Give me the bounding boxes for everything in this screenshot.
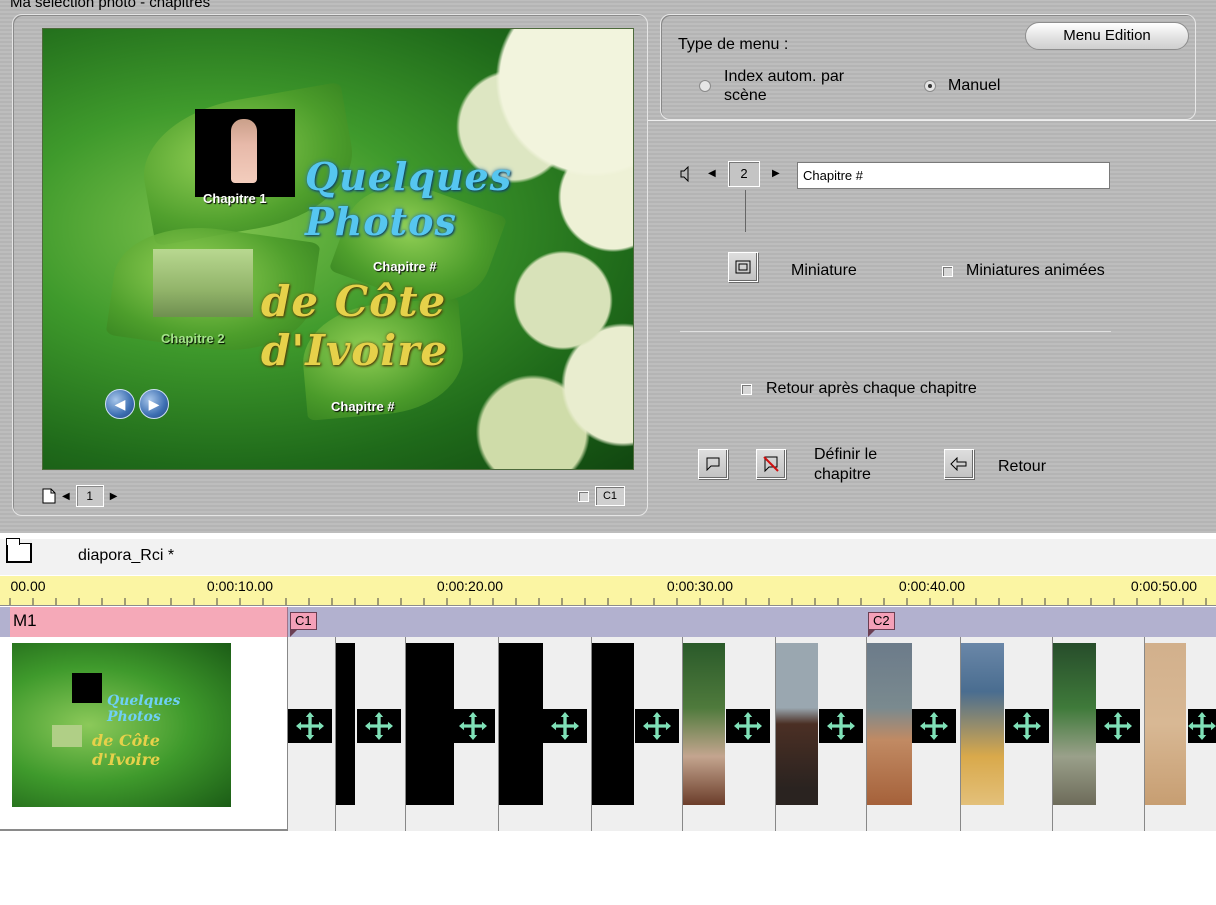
video-track[interactable]: Quelques Photos de Côte d'Ivoire	[0, 637, 1216, 831]
next-page-button[interactable]: ▶	[139, 389, 169, 419]
chapter-link-tag[interactable]: C1	[595, 486, 625, 506]
manual-label[interactable]: Manuel	[948, 77, 1000, 95]
move-arrows-icon	[920, 712, 948, 740]
menu-marker-track[interactable]: M1 C1 C2	[0, 607, 1216, 637]
transition[interactable]	[451, 709, 495, 743]
thumbnail-label: Miniature	[791, 262, 857, 279]
animated-thumbnails-label[interactable]: Miniatures animées	[966, 262, 1105, 280]
timeline-header: diapora_Rci *	[0, 538, 1216, 575]
menu-editor-panel: Ma sélection photo - chapitres Quelques …	[0, 0, 1216, 533]
chapter-name-input[interactable]: Chapitre #	[797, 162, 1110, 189]
chapter-placeholder-label[interactable]: Chapitre #	[373, 259, 437, 274]
return-arrow-icon	[950, 457, 967, 471]
menu-clip-thumbnail[interactable]: Quelques Photos de Côte d'Ivoire	[12, 643, 231, 807]
return-after-label[interactable]: Retour après chaque chapitre	[766, 380, 977, 398]
thumbnail-button[interactable]	[728, 252, 758, 282]
ruler-tick-label: 00.00	[10, 578, 46, 594]
chapter-marker-c2[interactable]: C2	[868, 612, 895, 637]
ruler-tick-label: 0:00:30.00	[666, 578, 734, 594]
chapter-1-label[interactable]: Chapitre 1	[203, 191, 267, 206]
previous-page-button[interactable]: ◀	[105, 389, 135, 419]
arrow-right-icon: ▶	[148, 396, 160, 412]
ruler-tick-label: 0:00:10.00	[206, 578, 274, 594]
chapter-link-area: C1	[578, 486, 625, 506]
return-label[interactable]: Retour	[998, 458, 1046, 476]
transition[interactable]	[912, 709, 956, 743]
move-arrows-icon	[643, 712, 671, 740]
chapter-prev-arrow[interactable]: ◀	[708, 168, 716, 179]
time-ruler[interactable]: 00.00 0:00:10.00 0:00:20.00 0:00:30.00 0…	[0, 576, 1216, 606]
arrow-left-icon: ◀	[114, 396, 126, 412]
menu-title-line-2[interactable]: de Côte d'Ivoire	[261, 277, 633, 375]
flag-icon	[706, 457, 720, 471]
chapter-link-checkbox[interactable]	[578, 490, 589, 502]
chapter-2-thumbnail[interactable]	[153, 249, 253, 317]
transition[interactable]	[635, 709, 679, 743]
thumb-title-line-1: Quelques Photos	[107, 693, 181, 725]
chapter-placeholder-label[interactable]: Chapitre #	[331, 399, 395, 414]
film-frame-icon	[735, 260, 751, 274]
ruler-tick-label: 0:00:40.00	[898, 578, 966, 594]
move-arrows-icon	[1104, 712, 1132, 740]
transition[interactable]	[819, 709, 863, 743]
move-arrows-icon	[551, 712, 579, 740]
timeline: diapora_Rci * 00.00 0:00:10.00 0:00:20.0…	[0, 533, 1216, 833]
dancer-image	[231, 119, 257, 183]
thumb-photo	[52, 725, 82, 747]
transition[interactable]	[1096, 709, 1140, 743]
transition[interactable]	[1005, 709, 1049, 743]
radio-auto-index[interactable]	[699, 80, 711, 92]
move-arrows-icon	[827, 712, 855, 740]
move-arrows-icon	[296, 712, 324, 740]
transition[interactable]	[543, 709, 587, 743]
chapter-number-field[interactable]: 2	[728, 161, 760, 187]
app-window: Ma sélection photo - chapitres Quelques …	[0, 0, 1216, 905]
menu-bar-m1[interactable]: M1	[10, 607, 288, 637]
move-arrows-icon	[459, 712, 487, 740]
ruler-ticks	[9, 598, 1207, 605]
menu-type-label: Type de menu :	[678, 36, 789, 53]
transition[interactable]	[726, 709, 770, 743]
ruler-tick-label: 0:00:20.00	[436, 578, 504, 594]
chapter-2-label[interactable]: Chapitre 2	[161, 331, 225, 346]
transition[interactable]	[357, 709, 401, 743]
flowers-decoration	[453, 29, 633, 469]
radio-manual[interactable]	[924, 80, 936, 92]
folder-icon[interactable]	[6, 538, 32, 563]
page-number-field[interactable]: 1	[75, 485, 104, 507]
page-icon	[42, 488, 56, 504]
auto-index-label[interactable]: Index autom. par scène	[724, 67, 884, 105]
animated-thumbnails-checkbox[interactable]	[942, 266, 953, 277]
return-button[interactable]	[944, 449, 974, 479]
speaker-icon[interactable]	[680, 166, 690, 182]
page-next-arrow[interactable]: ▶	[110, 491, 118, 502]
chapter-marker-c1[interactable]: C1	[290, 612, 317, 637]
cut-off-heading: Ma sélection photo - chapitres	[10, 0, 211, 11]
transition[interactable]	[288, 709, 332, 743]
page-prev-arrow[interactable]: ◀	[62, 491, 70, 502]
define-chapter-button[interactable]	[756, 449, 786, 479]
chapter-next-arrow[interactable]: ▶	[772, 168, 780, 179]
move-arrows-icon	[1188, 712, 1216, 740]
thumb-photo	[72, 673, 102, 703]
define-chapter-label[interactable]: Définir le chapitre	[814, 445, 904, 485]
chapter-marker-button[interactable]	[698, 449, 728, 479]
divider	[680, 331, 1111, 332]
transition[interactable]	[1188, 709, 1216, 743]
chapter-1-thumbnail[interactable]	[195, 109, 295, 197]
thumb-title-line-2: de Côte d'Ivoire	[92, 731, 161, 769]
ruler-tick-label: 0:00:50.00	[1130, 578, 1198, 594]
page-navigator: ◀ 1 ▶	[42, 485, 117, 507]
menu-edition-button[interactable]: Menu Edition	[1025, 22, 1189, 50]
move-arrows-icon	[1013, 712, 1041, 740]
no-chapter-icon	[763, 456, 779, 473]
menu-title-line-1[interactable]: Quelques Photos	[305, 154, 633, 244]
connector-line	[745, 190, 746, 232]
project-name: diapora_Rci *	[78, 547, 175, 564]
move-arrows-icon	[365, 712, 393, 740]
return-after-checkbox[interactable]	[741, 384, 752, 395]
move-arrows-icon	[734, 712, 762, 740]
menu-preview[interactable]: Quelques Photos de Côte d'Ivoire Chapitr…	[42, 28, 634, 470]
